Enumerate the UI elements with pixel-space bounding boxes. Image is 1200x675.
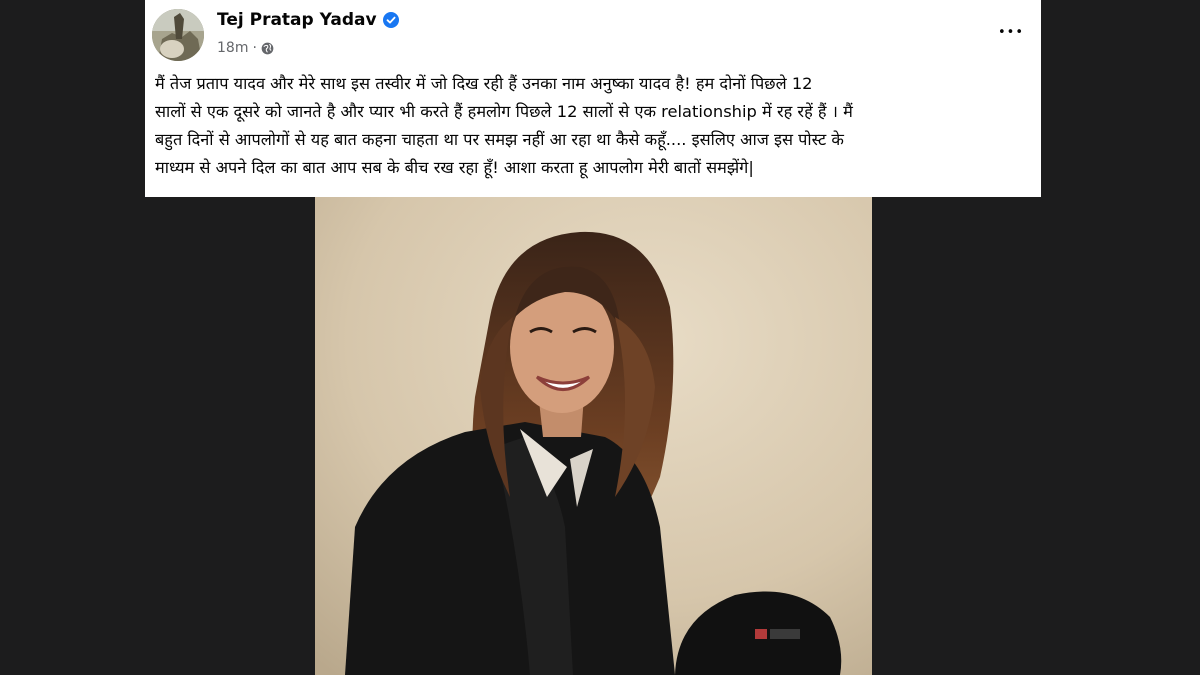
- globe-icon: [261, 42, 274, 54]
- meta-separator: ·: [252, 40, 257, 56]
- author-avatar[interactable]: [152, 9, 204, 61]
- author-name[interactable]: Tej Pratap Yadav: [217, 10, 377, 30]
- verified-badge-icon: [382, 12, 399, 28]
- more-options-button[interactable]: •••: [995, 21, 1027, 43]
- post-photo[interactable]: [315, 197, 872, 675]
- more-horizontal-icon: •••: [997, 24, 1024, 40]
- post-text: मैं तेज प्रताप यादव और मेरे साथ इस तस्वी…: [155, 74, 853, 177]
- post-timestamp[interactable]: 18m: [217, 40, 248, 56]
- facebook-post-card: Tej Pratap Yadav 18m · ••• मैं तेज प्रता…: [145, 0, 1041, 197]
